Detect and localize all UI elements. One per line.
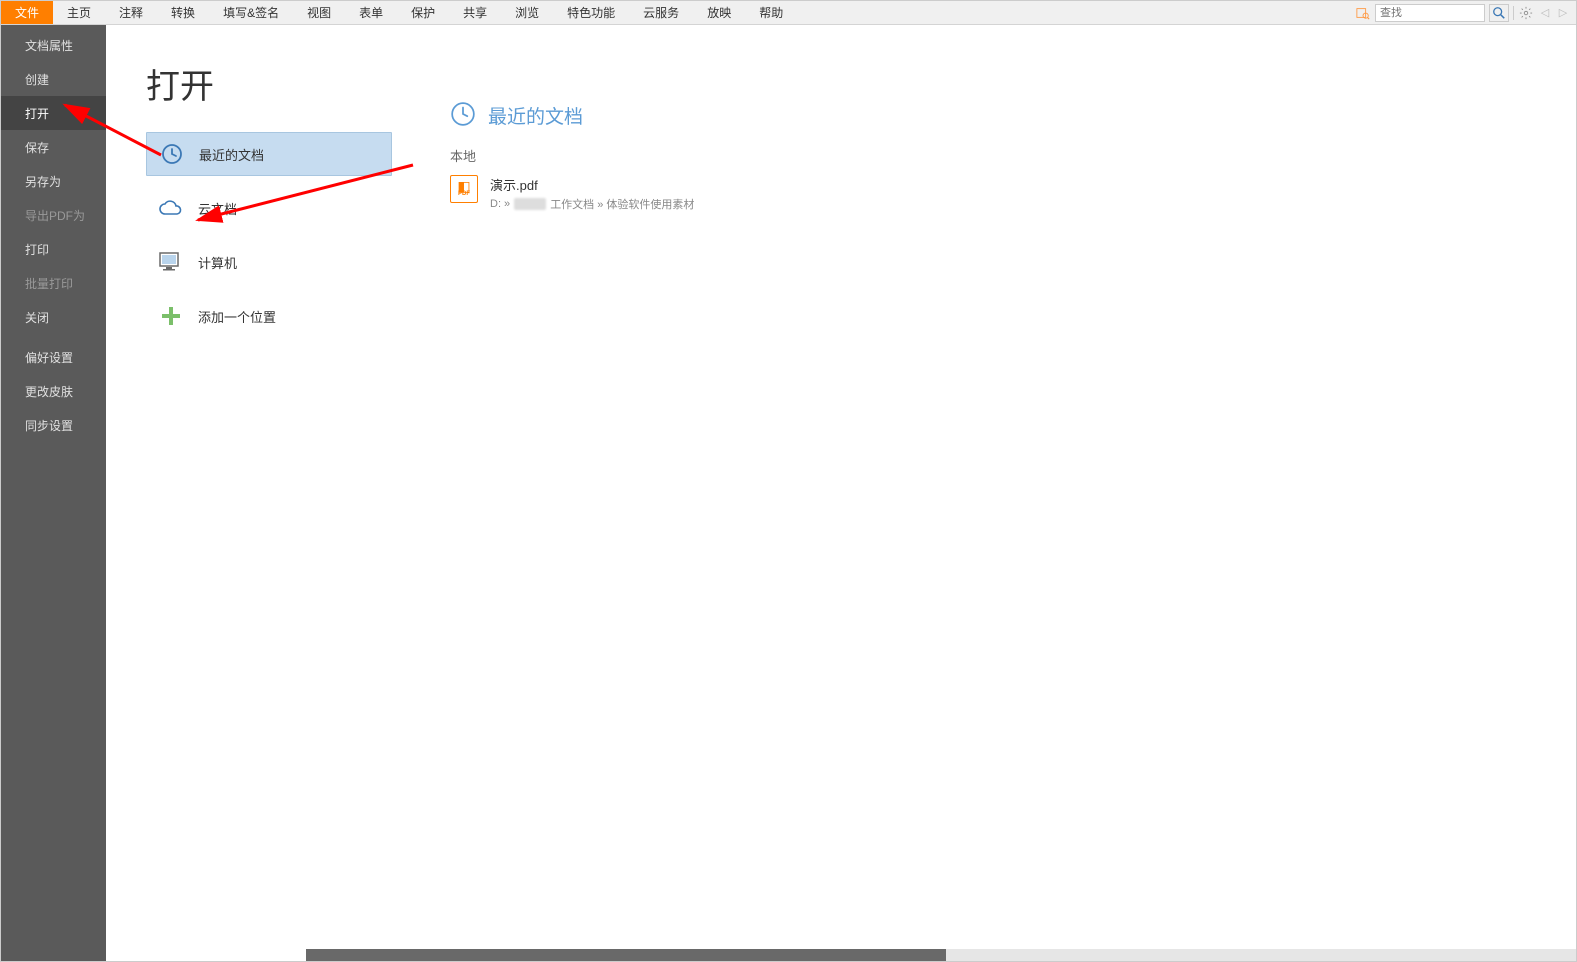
location-computer[interactable]: 计算机 (146, 240, 392, 284)
search-input[interactable] (1380, 7, 1460, 19)
menu-browse[interactable]: 浏览 (501, 1, 553, 24)
location-label: 云文档 (198, 199, 237, 218)
location-label: 计算机 (198, 253, 237, 272)
sidebar-item-sync[interactable]: 同步设置 (1, 408, 106, 442)
menu-share[interactable]: 共享 (449, 1, 501, 24)
location-add[interactable]: 添加一个位置 (146, 294, 392, 338)
main: 文档属性 创建 打开 保存 另存为 导出PDF为 打印 批量打印 关闭 偏好设置… (1, 25, 1576, 961)
divider (1513, 6, 1514, 20)
nav-prev-icon[interactable]: ◁ (1538, 6, 1552, 20)
file-sidebar: 文档属性 创建 打开 保存 另存为 导出PDF为 打印 批量打印 关闭 偏好设置… (1, 25, 106, 961)
pdf-file-icon: ◧ PDF (450, 175, 478, 203)
nav-next-icon[interactable]: ▷ (1556, 6, 1570, 20)
settings-gear-icon[interactable] (1518, 5, 1534, 21)
menu-fillsign[interactable]: 填写&签名 (209, 1, 293, 24)
cloud-icon (158, 195, 184, 221)
menu-features[interactable]: 特色功能 (553, 1, 629, 24)
local-section-label: 本地 (450, 146, 1576, 165)
menu-slideshow[interactable]: 放映 (693, 1, 745, 24)
search-button[interactable] (1489, 4, 1509, 22)
menu-comment[interactable]: 注释 (105, 1, 157, 24)
location-label: 添加一个位置 (198, 307, 276, 326)
menu-home[interactable]: 主页 (53, 1, 105, 24)
menu-protect[interactable]: 保护 (397, 1, 449, 24)
open-locations-column: 打开 最近的文档 云文档 (146, 59, 416, 961)
file-path-prefix: D: » (490, 198, 510, 210)
sidebar-item-save[interactable]: 保存 (1, 130, 106, 164)
menu-file[interactable]: 文件 (1, 1, 53, 24)
sidebar-item-docprops[interactable]: 文档属性 (1, 28, 106, 62)
menu-form[interactable]: 表单 (345, 1, 397, 24)
menubar-spacer (797, 1, 1355, 24)
open-recent-column: 最近的文档 本地 ◧ PDF 演示.pdf D: » 工作文档 » 体验软件使用… (416, 59, 1576, 961)
recent-title: 最近的文档 (488, 102, 583, 129)
location-recent[interactable]: 最近的文档 (146, 132, 392, 176)
plus-icon (158, 303, 184, 329)
sidebar-item-close[interactable]: 关闭 (1, 300, 106, 334)
panel-title: 打开 (146, 59, 416, 108)
menubar: 文件 主页 注释 转换 填写&签名 视图 表单 保护 共享 浏览 特色功能 云服… (1, 1, 1576, 25)
sidebar-item-exportpdf[interactable]: 导出PDF为 (1, 198, 106, 232)
app-window: 文件 主页 注释 转换 填写&签名 视图 表单 保护 共享 浏览 特色功能 云服… (0, 0, 1577, 962)
file-path-tail: 工作文档 » 体验软件使用素材 (550, 196, 694, 212)
sidebar-item-preferences[interactable]: 偏好设置 (1, 340, 106, 374)
location-cloud[interactable]: 云文档 (146, 186, 392, 230)
location-list: 最近的文档 云文档 计算机 (146, 132, 416, 338)
recent-file-item[interactable]: ◧ PDF 演示.pdf D: » 工作文档 » 体验软件使用素材 (450, 171, 1576, 216)
sidebar-item-batchprint[interactable]: 批量打印 (1, 266, 106, 300)
file-path-redacted (514, 198, 546, 210)
sidebar-item-open[interactable]: 打开 (1, 96, 106, 130)
menu-help[interactable]: 帮助 (745, 1, 797, 24)
sidebar-item-skin[interactable]: 更改皮肤 (1, 374, 106, 408)
clock-outline-icon (450, 101, 476, 130)
bottom-thumb[interactable] (306, 949, 946, 961)
bottom-bar (211, 949, 1576, 961)
file-name: 演示.pdf (490, 175, 694, 194)
menu-view[interactable]: 视图 (293, 1, 345, 24)
menu-convert[interactable]: 转换 (157, 1, 209, 24)
sidebar-item-saveas[interactable]: 另存为 (1, 164, 106, 198)
sidebar-item-print[interactable]: 打印 (1, 232, 106, 266)
search-field[interactable] (1375, 4, 1485, 22)
open-panel: 打开 最近的文档 云文档 (106, 25, 1576, 961)
clock-icon (159, 141, 185, 167)
find-mode-icon[interactable] (1355, 5, 1371, 21)
sidebar-item-create[interactable]: 创建 (1, 62, 106, 96)
menu-cloud[interactable]: 云服务 (629, 1, 693, 24)
recent-header: 最近的文档 (450, 101, 1576, 130)
computer-icon (158, 249, 184, 275)
location-label: 最近的文档 (199, 145, 264, 164)
file-meta: 演示.pdf D: » 工作文档 » 体验软件使用素材 (490, 175, 694, 212)
menubar-tools: ◁ ▷ (1355, 1, 1576, 24)
file-path: D: » 工作文档 » 体验软件使用素材 (490, 196, 694, 212)
